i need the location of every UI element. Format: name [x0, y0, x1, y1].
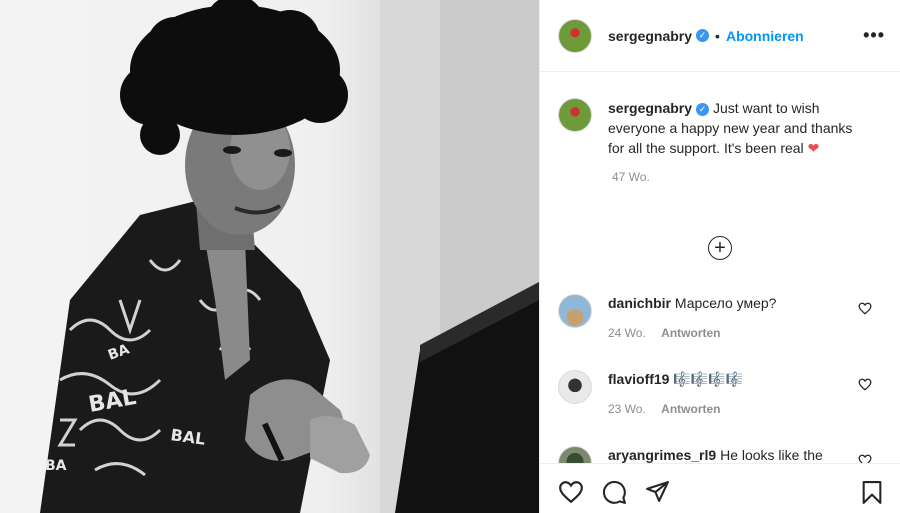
post-sidebar: sergegnabry ✓ • Abonnieren ••• sergegnab… [539, 0, 900, 513]
commenter-avatar[interactable] [558, 294, 592, 328]
reply-button[interactable]: Antworten [661, 326, 720, 340]
heart-emoji: ❤ [807, 140, 820, 156]
photo-image: BAL BA BAL BA [40, 0, 539, 513]
commenter-username[interactable]: flavioff19 [608, 371, 669, 387]
like-post-icon[interactable] [558, 480, 584, 504]
caption-author-avatar[interactable] [558, 98, 592, 132]
post-header: sergegnabry ✓ • Abonnieren ••• [540, 0, 900, 72]
author-username[interactable]: sergegnabry [608, 28, 692, 44]
commenter-username[interactable]: aryangrimes_rl9 [608, 447, 716, 463]
caption-timestamp[interactable]: 47 Wo. [612, 170, 888, 184]
like-comment-icon[interactable] [858, 302, 872, 315]
comment-item: flavioff19 🎼🎼🎼🎼 23 Wo. Antworten [558, 370, 888, 416]
svg-text:BA: BA [45, 458, 67, 474]
separator-dot: • [715, 27, 720, 44]
load-more-comments-icon[interactable]: + [708, 236, 732, 260]
verified-badge-icon: ✓ [696, 29, 710, 42]
comment-item: danichbir Марсело умер? 24 Wo. Antworten [558, 294, 888, 340]
comment-text: Марсело умер? [674, 295, 777, 311]
post-photo[interactable]: BAL BA BAL BA [0, 0, 539, 513]
comment-timestamp[interactable]: 24 Wo. [608, 326, 646, 340]
reply-button[interactable]: Antworten [661, 402, 720, 416]
follow-button[interactable]: Abonnieren [726, 28, 804, 44]
comment-text: 🎼🎼🎼🎼 [673, 371, 744, 387]
like-comment-icon[interactable] [858, 378, 872, 391]
share-icon[interactable] [645, 479, 670, 504]
more-options-icon[interactable]: ••• [863, 26, 885, 44]
commenter-username[interactable]: danichbir [608, 295, 671, 311]
caption-text-block: sergegnabry ✓ Just want to wish everyone … [608, 98, 868, 158]
author-avatar[interactable] [558, 18, 592, 53]
comment-icon[interactable] [602, 480, 627, 505]
comment-timestamp[interactable]: 23 Wo. [608, 402, 646, 416]
save-bookmark-icon[interactable] [861, 480, 883, 505]
caption-username[interactable]: sergegnabry [608, 100, 692, 116]
post-action-bar [540, 463, 900, 513]
post-caption: sergegnabry ✓ Just want to wish everyone … [558, 98, 888, 184]
caption-verified-badge-icon: ✓ [696, 102, 710, 116]
comment-text: He looks like the [720, 447, 823, 463]
commenter-avatar[interactable] [558, 370, 592, 404]
